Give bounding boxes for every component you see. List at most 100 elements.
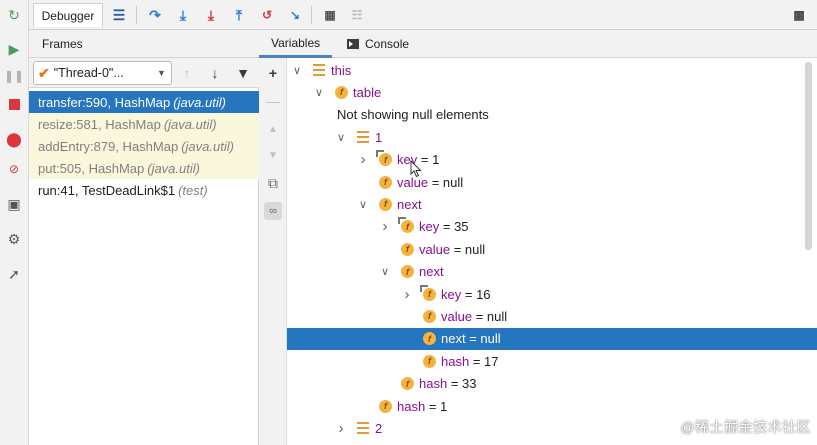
pause-icon[interactable]: ❚❚ (4, 67, 24, 85)
variable-value: 33 (462, 376, 477, 392)
chevron-down-icon[interactable]: ∨ (335, 131, 347, 144)
variable-row[interactable]: › f key = 35 (287, 216, 817, 238)
field-icon: f (423, 354, 436, 368)
variable-row[interactable]: ∨ f next (287, 261, 817, 283)
variables-toolbar: + — ▲ ▼ ⧉ ∞ (259, 58, 287, 445)
equals-sign: = (425, 398, 441, 414)
variable-name: value (441, 308, 473, 324)
chevron-down-icon[interactable]: ∨ (357, 198, 369, 211)
move-up-icon[interactable]: ▲ (264, 120, 282, 138)
duplicate-icon[interactable]: ⧉ (264, 174, 282, 192)
frame-package: (test) (178, 182, 208, 198)
chevron-right-icon[interactable]: › (335, 420, 347, 437)
chevron-right-icon[interactable]: › (357, 151, 369, 168)
variable-row[interactable]: f next = null (287, 327, 817, 350)
chevron-right-icon[interactable]: › (401, 286, 413, 303)
mute-breakpoints-icon[interactable]: ⊘ (5, 160, 23, 178)
frame-row[interactable]: run:41, TestDeadLink$1 (test) (29, 179, 259, 201)
variable-value: null (442, 174, 464, 190)
equals-sign: = (450, 241, 465, 257)
variable-row[interactable]: ∨ f table (287, 81, 817, 103)
rerun-icon[interactable]: ↻ (5, 6, 23, 24)
debugger-toolbar: Debugger ☰ ↷ ⤓ ⤓ ⤒ ↺ ↘ ▦ ☷ ▩ (29, 0, 817, 30)
variable-name: next (441, 331, 466, 347)
frame-row[interactable]: resize:581, HashMap (java.util) (29, 113, 259, 135)
layout-menu-icon[interactable]: ☰ (109, 5, 129, 25)
thread-bar: ✔ "Thread-0"... ▼ ↑ ↓ ▼ (29, 58, 259, 88)
toolbar-separator (136, 6, 137, 24)
field-icon: f (420, 284, 436, 301)
variables-header: Variables Console (259, 30, 817, 58)
trace-icon[interactable]: ☷ (347, 5, 367, 25)
variable-value: 1 (432, 152, 440, 168)
frames-panel: Frames ✔ "Thread-0"... ▼ ↑ ↓ ▼ transfer:… (29, 30, 259, 445)
variable-row[interactable]: ∨ this (287, 59, 817, 81)
step-out-icon[interactable]: ⤒ (229, 5, 249, 25)
field-icon: f (379, 197, 392, 211)
remove-watch-icon[interactable]: — (264, 92, 282, 110)
run-to-cursor-icon[interactable]: ↘ (285, 5, 305, 25)
variable-name: 1 (375, 129, 383, 145)
tab-variables[interactable]: Variables (259, 30, 333, 58)
chevron-down-icon[interactable]: ∨ (313, 86, 325, 99)
variable-row[interactable]: f value = null (287, 171, 817, 193)
chevron-down-icon[interactable]: ∨ (291, 64, 303, 77)
array-icon (357, 422, 369, 435)
scrollbar[interactable] (805, 62, 812, 250)
debugger-tab[interactable]: Debugger (33, 3, 103, 27)
frame-row[interactable]: transfer:590, HashMap (java.util) (29, 91, 259, 113)
equals-sign: = (428, 174, 443, 190)
thread-selector[interactable]: ✔ "Thread-0"... ▼ (33, 61, 172, 85)
view-breakpoints-icon[interactable]: ⬤ (5, 130, 23, 148)
variable-row[interactable]: ∨ f next (287, 193, 817, 215)
step-into-icon[interactable]: ⤓ (173, 5, 193, 25)
frames-title: Frames (42, 37, 83, 51)
resume-icon[interactable]: ▶​ (5, 40, 23, 58)
filter-icon[interactable]: ▼ (235, 65, 251, 81)
equals-sign: = (469, 353, 485, 369)
equals-sign: = (461, 286, 477, 302)
variable-row[interactable]: ∨ 1 (287, 126, 817, 148)
frame-package: (java.util) (147, 160, 200, 176)
camera-icon[interactable]: ▣ (5, 195, 23, 213)
add-watch-icon[interactable]: + (264, 64, 282, 82)
drop-frame-icon[interactable]: ↺ (257, 5, 277, 25)
field-icon: f (379, 399, 392, 413)
debug-action-bar: ↻ ▶​ ❚❚ ⬤ ⊘ ▣ ⚙ ➚ (0, 0, 29, 445)
chevron-down-icon: ▼ (157, 68, 166, 78)
move-down-icon[interactable]: ▼ (264, 146, 282, 164)
stop-icon[interactable] (5, 95, 23, 113)
equals-sign: = (447, 376, 463, 392)
chevron-down-icon[interactable]: ∨ (379, 265, 391, 278)
tab-console[interactable]: Console (347, 30, 409, 58)
variable-row[interactable]: f value = null (287, 305, 817, 327)
variable-row[interactable]: › f key = 1 (287, 149, 817, 171)
previous-frame-icon[interactable]: ↑ (179, 65, 195, 81)
variable-row[interactable]: f hash = 33 (287, 373, 817, 395)
variable-value: 1 (440, 398, 448, 414)
restore-layout-icon[interactable]: ▩ (789, 5, 809, 25)
variable-row[interactable]: Not showing null elements (287, 104, 817, 126)
frame-row[interactable]: put:505, HashMap (java.util) (29, 157, 259, 179)
force-step-into-icon[interactable]: ⤓ (201, 5, 221, 25)
variable-row[interactable]: › f key = 16 (287, 283, 817, 305)
pin-icon[interactable]: ➚ (5, 265, 23, 283)
variable-value: null (486, 308, 508, 324)
step-over-icon[interactable]: ↷ (145, 5, 165, 25)
equals-sign: = (465, 331, 481, 347)
variable-row[interactable]: f value = null (287, 238, 817, 260)
frame-method: run:41, TestDeadLink$1 (38, 182, 176, 198)
variable-row[interactable]: f hash = 17 (287, 350, 817, 372)
variable-value: 35 (454, 219, 469, 235)
variable-name: 2 (375, 420, 383, 436)
variable-row[interactable]: f hash = 1 (287, 395, 817, 417)
checkmark-icon: ✔ (38, 64, 50, 81)
field-icon: f (423, 332, 436, 346)
frame-row[interactable]: addEntry:879, HashMap (java.util) (29, 135, 259, 157)
settings-icon[interactable]: ⚙ (5, 230, 23, 248)
field-icon: f (401, 265, 414, 279)
evaluate-expression-icon[interactable]: ▦ (320, 5, 340, 25)
next-frame-icon[interactable]: ↓ (207, 65, 223, 81)
chevron-right-icon[interactable]: › (379, 218, 391, 235)
show-watches-icon[interactable]: ∞ (264, 202, 282, 220)
